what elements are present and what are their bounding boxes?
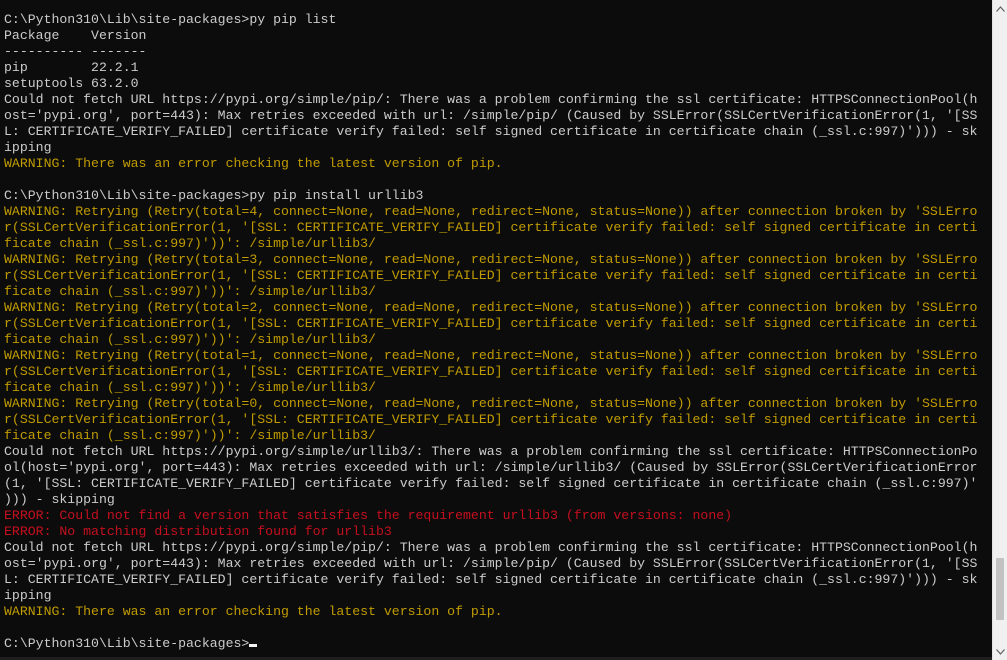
warning-line: ficate chain (_ssl.c:997)'))': /simple/u… [4,380,376,395]
output-line: ))) - skipping [4,492,115,507]
warning-line: r(SSLCertVerificationError(1, '[SSL: CER… [4,412,978,427]
warning-line: WARNING: There was an error checking the… [4,156,503,171]
output-line: Could not fetch URL https://pypi.org/sim… [4,92,978,107]
prompt-text: C:\Python310\Lib\site-packages> [4,636,250,651]
scrollbar-thumb[interactable] [996,557,1004,621]
prompt-line[interactable]: C:\Python310\Lib\site-packages> [4,636,977,652]
output-line: Package Version [4,28,147,43]
error-line: ERROR: No matching distribution found fo… [4,524,392,539]
output-line: ost='pypi.org', port=443): Max retries e… [4,108,978,123]
output-line: C:\Python310\Lib\site-packages>py pip in… [4,188,424,203]
output-line: Could not fetch URL https://pypi.org/sim… [4,540,978,555]
warning-line: r(SSLCertVerificationError(1, '[SSL: CER… [4,364,978,379]
scroll-up-button[interactable] [993,0,1007,17]
output-line: ipping [4,140,52,155]
warning-line: WARNING: Retrying (Retry(total=3, connec… [4,252,978,267]
warning-line: WARNING: Retrying (Retry(total=2, connec… [4,300,978,315]
output-line: ol(host='pypi.org', port=443): Max retri… [4,460,978,475]
output-line: L: CERTIFICATE_VERIFY_FAILED] certificat… [4,572,978,587]
console-window[interactable]: C:\Python310\Lib\site-packages>py pip li… [0,0,992,660]
chevron-up-icon [995,5,1005,12]
chevron-down-icon [995,648,1005,655]
output-line: ost='pypi.org', port=443): Max retries e… [4,556,978,571]
output-line: pip 22.2.1 [4,60,139,75]
warning-line: WARNING: Retrying (Retry(total=1, connec… [4,348,978,363]
warning-line: WARNING: Retrying (Retry(total=4, connec… [4,204,978,219]
output-line: (1, '[SSL: CERTIFICATE_VERIFY_FAILED] ce… [4,476,978,491]
warning-line: WARNING: There was an error checking the… [4,604,503,619]
warning-line: ficate chain (_ssl.c:997)'))': /simple/u… [4,332,376,347]
scrollbar-track[interactable] [993,17,1007,643]
error-line: ERROR: Could not find a version that sat… [4,508,733,523]
text-cursor [249,644,258,647]
warning-line: ficate chain (_ssl.c:997)'))': /simple/u… [4,236,376,251]
output-line: ipping [4,588,52,603]
scroll-down-button[interactable] [993,643,1007,660]
output-line: C:\Python310\Lib\site-packages>py pip li… [4,12,337,27]
console-output: C:\Python310\Lib\site-packages>py pip li… [4,12,977,652]
warning-line: r(SSLCertVerificationError(1, '[SSL: CER… [4,316,978,331]
warning-line: ficate chain (_ssl.c:997)'))': /simple/u… [4,428,376,443]
vertical-scrollbar[interactable] [992,0,1007,660]
warning-line: ficate chain (_ssl.c:997)'))': /simple/u… [4,284,376,299]
warning-line: WARNING: Retrying (Retry(total=0, connec… [4,396,978,411]
warning-line: r(SSLCertVerificationError(1, '[SSL: CER… [4,268,978,283]
output-line: ---------- ------- [4,44,147,59]
output-line: Could not fetch URL https://pypi.org/sim… [4,444,978,459]
output-line: L: CERTIFICATE_VERIFY_FAILED] certificat… [4,124,978,139]
warning-line: r(SSLCertVerificationError(1, '[SSL: CER… [4,220,978,235]
output-line: setuptools 63.2.0 [4,76,139,91]
